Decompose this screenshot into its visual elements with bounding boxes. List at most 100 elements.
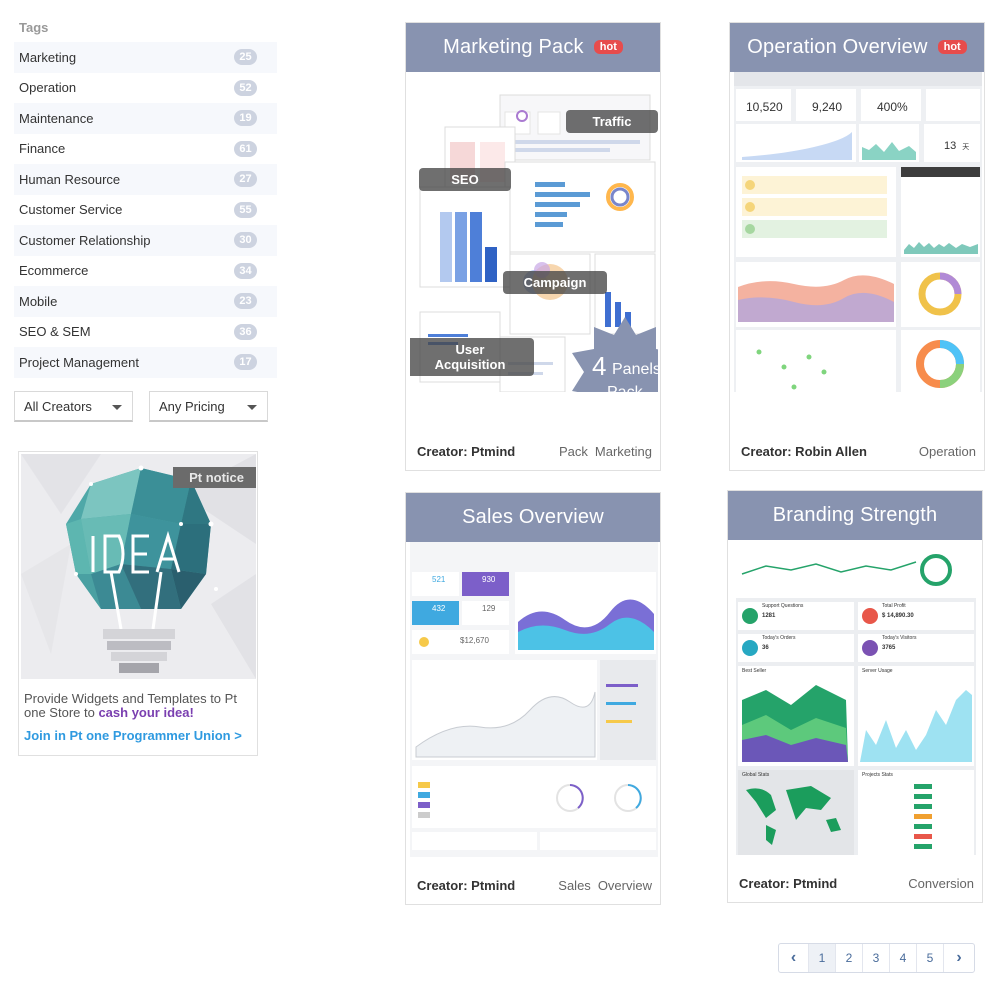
operation-preview-illustration: [734, 72, 982, 392]
template-card-marketing-pack[interactable]: Marketing Pack hot Traffic SEO Campaign …: [405, 22, 661, 471]
stat-value: $12,670: [460, 636, 489, 645]
panel-title: Best Seller: [742, 668, 767, 674]
tag-count-badge: 34: [234, 262, 257, 279]
pagination-page-1[interactable]: 1: [809, 944, 836, 972]
pagination-next-button[interactable]: ›: [944, 944, 974, 972]
panel-title: Projects Stats: [862, 772, 893, 778]
card-title: Marketing Pack: [443, 36, 584, 58]
notice-badge: Pt notice: [173, 467, 256, 488]
tag-count-badge: 25: [234, 49, 257, 66]
card-creator: Creator: Ptmind: [417, 443, 516, 459]
tag-count-badge: 52: [234, 79, 257, 96]
tag-count-badge: 27: [234, 171, 257, 188]
card-footer: Creator: Robin Allen Operation: [730, 432, 984, 470]
card-tags: Operation: [912, 444, 976, 459]
tag-label: Mobile: [19, 293, 58, 309]
tag-label: Marketing: [19, 49, 77, 65]
tag-item-ecommerce[interactable]: Ecommerce 34: [14, 256, 277, 287]
stat-value: 36: [762, 645, 769, 651]
stat-value: 432: [432, 604, 446, 613]
card-creator: Creator: Ptmind: [417, 877, 516, 893]
card-preview-image[interactable]: 10,520 9,240 400% 13 天: [734, 72, 982, 392]
tag-count-badge: 55: [234, 201, 257, 218]
pagination-prev-button[interactable]: ‹: [779, 944, 809, 972]
stat-value: $ 14,890.30: [882, 613, 914, 619]
stat-unit: 天: [962, 144, 970, 151]
stat-value: 13 天: [944, 140, 969, 152]
tag-label: Maintenance: [19, 110, 94, 126]
tag-item-maintenance[interactable]: Maintenance 19: [14, 103, 277, 134]
tag-count-badge: 61: [234, 140, 257, 157]
chevron-down-icon: [112, 405, 122, 410]
panel-title: Server Usage: [862, 668, 893, 674]
pagination: ‹ 1 2 3 4 5 ›: [778, 943, 975, 973]
notice-text-highlight: cash your idea!: [98, 705, 194, 720]
chevron-down-icon: [247, 405, 257, 410]
tag-item-seo-sem[interactable]: SEO & SEM 36: [14, 317, 277, 348]
card-tag[interactable]: Marketing: [595, 444, 652, 459]
card-header: Sales Overview: [406, 493, 660, 542]
card-preview-image[interactable]: Traffic SEO Campaign User Acquisition 4 …: [410, 72, 658, 392]
template-card-sales-overview[interactable]: Sales Overview 521 930 432 129 $12,670 C…: [405, 492, 661, 905]
tag-item-finance[interactable]: Finance 61: [14, 134, 277, 165]
creators-select[interactable]: All Creators: [14, 391, 133, 422]
pack-panel-label: Pack: [607, 384, 643, 392]
stat-value: 521: [432, 575, 446, 584]
overlay-label-seo: SEO: [419, 168, 511, 191]
branding-preview-illustration: [736, 540, 976, 855]
tag-count-badge: 36: [234, 323, 257, 340]
card-footer: Creator: Ptmind Pack Marketing: [406, 432, 660, 470]
stat-label: Support Questions: [762, 603, 804, 609]
card-title: Sales Overview: [462, 506, 604, 528]
card-tags: Sales Overview: [551, 878, 652, 893]
sales-preview-illustration: [410, 542, 658, 857]
stat-value: 9,240: [812, 100, 843, 114]
stat-value: 3765: [882, 645, 896, 651]
template-card-operation-overview[interactable]: Operation Overview hot 10,520 9,240 400%…: [729, 22, 985, 471]
pagination-page-2[interactable]: 2: [836, 944, 863, 972]
pack-starburst-badge: [572, 317, 658, 392]
card-header: Branding Strength: [728, 491, 982, 540]
pagination-page-5[interactable]: 5: [917, 944, 944, 972]
pricing-select[interactable]: Any Pricing: [149, 391, 268, 422]
tag-item-mobile[interactable]: Mobile 23: [14, 286, 277, 317]
notice-panel: Pt notice Provide Widgets and Templates …: [18, 451, 258, 756]
panel-title: Global Stats: [742, 772, 770, 778]
tag-list: Marketing 25 Operation 52 Maintenance 19 Fi…: [14, 42, 277, 378]
card-title: Operation Overview: [747, 36, 928, 58]
card-tags: Pack Marketing: [552, 444, 652, 459]
tag-item-customer-relationship[interactable]: Customer Relationship 30: [14, 225, 277, 256]
stat-value: 930: [482, 575, 496, 584]
tag-label: Customer Service: [19, 202, 123, 218]
card-tag[interactable]: Operation: [919, 444, 976, 459]
stat-label: Total Profit: [882, 603, 906, 609]
card-tag[interactable]: Conversion: [908, 876, 974, 891]
card-tags: Conversion: [901, 876, 974, 891]
card-tag[interactable]: Sales: [558, 878, 591, 893]
pagination-page-4[interactable]: 4: [890, 944, 917, 972]
hot-badge: hot: [593, 39, 623, 54]
tag-count-badge: 23: [234, 293, 257, 310]
tag-item-operation[interactable]: Operation 52: [14, 73, 277, 104]
tag-item-marketing[interactable]: Marketing 25: [14, 42, 277, 73]
hot-badge: hot: [937, 39, 967, 54]
card-tag[interactable]: Overview: [598, 878, 652, 893]
card-tag[interactable]: Pack: [559, 444, 588, 459]
join-union-link[interactable]: Join in Pt one Programmer Union >: [24, 728, 242, 743]
idea-bulb-image[interactable]: Pt notice: [21, 454, 256, 679]
stat-label: Today's Visitors: [882, 635, 917, 641]
tag-label: SEO & SEM: [19, 324, 91, 340]
tag-item-project-management[interactable]: Project Management 17: [14, 347, 277, 378]
tag-item-human-resource[interactable]: Human Resource 27: [14, 164, 277, 195]
card-preview-image[interactable]: 521 930 432 129 $12,670: [410, 542, 658, 857]
tag-label: Human Resource: [19, 171, 121, 187]
pagination-page-3[interactable]: 3: [863, 944, 890, 972]
pack-panel-count: 4: [592, 351, 607, 381]
template-card-branding-strength[interactable]: Branding Strength Support Questions 1281…: [727, 490, 983, 903]
tag-item-customer-service[interactable]: Customer Service 55: [14, 195, 277, 226]
card-preview-image[interactable]: Support Questions 1281 Total Profit $ 14…: [736, 540, 976, 855]
stat-value: 400%: [877, 100, 908, 114]
stat-value: 1281: [762, 613, 776, 619]
overlay-label-user-acquisition: User Acquisition: [410, 338, 534, 376]
tag-label: Customer Relationship: [19, 232, 151, 248]
